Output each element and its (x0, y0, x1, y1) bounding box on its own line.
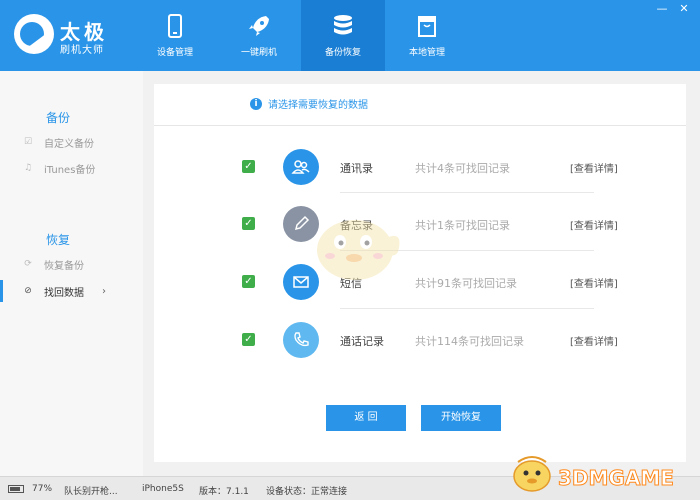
checkbox-contacts[interactable]: ✓ (242, 160, 255, 173)
divider (340, 308, 594, 309)
close-icon[interactable]: ✕ (676, 2, 692, 16)
instruction-text: 请选择需要恢复的数据 (268, 100, 368, 111)
watermark-text: 3DMGAME (558, 466, 675, 491)
main-nav: 设备管理 一键刷机 备份恢复 本地管理 (133, 0, 469, 71)
list-item-sms: ✓ 短信 共计91条可找回记录 [查看详情] (154, 262, 686, 302)
tab-backup-restore[interactable]: 备份恢复 (301, 0, 385, 71)
recover-icon: ⊘ (24, 286, 32, 296)
tab-label: 一键刷机 (240, 48, 277, 58)
checkbox-icon: ☑ (23, 137, 33, 147)
site-watermark: 3DMGAME (508, 450, 698, 496)
device-state: 设备状态：正常连接 (266, 487, 348, 497)
sidebar-item-label: 自定义备份 (44, 138, 94, 150)
sidebar-item-label: 找回数据 (44, 287, 84, 299)
item-count: 共计1条可找回记录 (415, 219, 510, 232)
sidebar-item-recover-data[interactable]: ⊘ 找回数据 › (0, 280, 143, 302)
app-logo: 太极 刷机大师 (14, 14, 124, 58)
list-item-contacts: ✓ 通讯录 共计4条可找回记录 [查看详情] (154, 147, 686, 187)
instruction: i 请选择需要恢复的数据 (250, 96, 368, 111)
restore-icon: ⟳ (24, 259, 32, 269)
checkbox-notes[interactable]: ✓ (242, 217, 255, 230)
sidebar-item-label: 恢复备份 (44, 260, 84, 272)
item-count: 共计91条可找回记录 (415, 277, 517, 290)
tab-label: 本地管理 (408, 48, 445, 58)
phone-call-icon (283, 322, 319, 358)
sidebar-header-restore: 恢复 (46, 233, 71, 247)
tab-label: 设备管理 (156, 48, 193, 58)
tab-one-click-flash[interactable]: 一键刷机 (217, 0, 301, 71)
item-count: 共计114条可找回记录 (415, 335, 524, 348)
battery-level: 77% (32, 484, 53, 494)
minimize-icon[interactable]: — (654, 2, 670, 16)
sidebar: 备份 ☑ 自定义备份 ♫ iTunes备份 恢复 ⟳ 恢复备份 ⊘ 找回数据 › (0, 71, 143, 476)
view-details-link[interactable]: [查看详情] (570, 333, 618, 348)
sidebar-item-itunes-backup[interactable]: ♫ iTunes备份 (0, 157, 143, 179)
mascot-watermark-icon (317, 220, 400, 280)
info-icon: i (250, 97, 262, 110)
view-details-link[interactable]: [查看详情] (570, 275, 618, 290)
list-item-call-log: ✓ 通话记录 共计114条可找回记录 [查看详情] (154, 320, 686, 360)
sidebar-item-custom-backup[interactable]: ☑ 自定义备份 (0, 131, 143, 153)
ios-version: 版本：7.1.1 (199, 487, 249, 497)
sidebar-item-restore-backup[interactable]: ⟳ 恢复备份 (0, 253, 143, 275)
item-count: 共计4条可找回记录 (415, 162, 510, 175)
window-controls: — ✕ (654, 2, 692, 16)
sidebar-item-label: iTunes备份 (44, 164, 96, 176)
taiji-logo-icon (14, 14, 54, 54)
rocket-icon (249, 16, 269, 36)
device-model: iPhone5S (142, 484, 184, 494)
view-details-link[interactable]: [查看详情] (570, 217, 618, 232)
tab-local-management[interactable]: 本地管理 (385, 0, 469, 71)
device-name: 队长别开枪... (64, 487, 118, 497)
phone-icon (168, 14, 182, 38)
back-button[interactable]: 返 回 (326, 405, 406, 431)
divider (154, 125, 686, 126)
start-restore-button[interactable]: 开始恢复 (421, 405, 501, 431)
recover-panel: i 请选择需要恢复的数据 ✓ 通讯录 共计4条可找回记录 [查看详情] ✓ 备忘… (154, 84, 686, 462)
box-icon (418, 16, 436, 37)
list-item-notes: ✓ 备忘录 共计1条可找回记录 [查看详情] (154, 204, 686, 244)
contacts-icon (283, 149, 319, 185)
app-subtitle: 刷机大师 (60, 45, 104, 56)
title-bar: 太极 刷机大师 设备管理 一键刷机 备份恢复 本地管理 — ✕ (0, 0, 700, 71)
item-name: 通话记录 (340, 335, 384, 348)
tab-label: 备份恢复 (324, 48, 361, 58)
divider (340, 192, 594, 193)
chevron-right-icon: › (102, 285, 106, 297)
item-name: 通讯录 (340, 162, 373, 175)
battery-icon (8, 485, 24, 493)
checkbox-call-log[interactable]: ✓ (242, 333, 255, 346)
music-note-icon: ♫ (23, 163, 33, 173)
view-details-link[interactable]: [查看详情] (570, 160, 618, 175)
database-icon (334, 15, 352, 35)
sidebar-header-backup: 备份 (46, 111, 71, 125)
checkbox-sms[interactable]: ✓ (242, 275, 255, 288)
tab-device-management[interactable]: 设备管理 (133, 0, 217, 71)
mascot-logo-icon (513, 456, 551, 492)
